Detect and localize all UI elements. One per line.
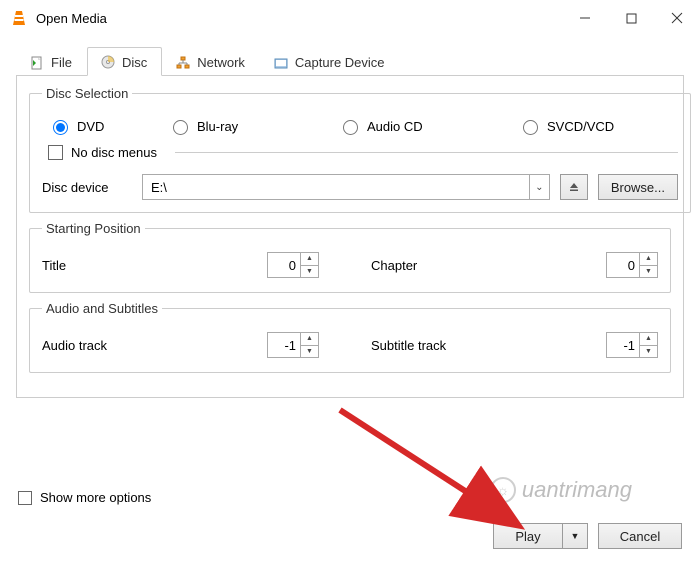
starting-position-group: Starting Position Title 0 ▲▼ Chapter 0 ▲… [29,221,671,293]
tabs: File Disc Network Capture Device [16,46,684,76]
title-value: 0 [268,253,300,277]
cancel-label: Cancel [620,529,660,544]
network-icon [175,55,191,71]
radio-audiocd[interactable]: Audio CD [338,117,518,135]
vlc-icon [10,9,28,27]
disc-device-label: Disc device [42,180,132,195]
chapter-value: 0 [607,253,639,277]
radio-audiocd-input[interactable] [343,120,358,135]
audio-down[interactable]: ▼ [301,346,318,358]
disc-device-combo[interactable]: E:\ ⌄ [142,174,550,200]
minimize-button[interactable] [562,0,608,36]
titlebar: Open Media [0,0,700,36]
cancel-button[interactable]: Cancel [598,523,682,549]
title-up[interactable]: ▲ [301,253,318,266]
tab-file-label: File [51,55,72,70]
radio-bluray[interactable]: Blu-ray [168,117,338,135]
subtitle-track-value: -1 [607,333,639,357]
no-disc-menus-label: No disc menus [71,145,157,160]
radio-audiocd-label: Audio CD [367,119,423,134]
chapter-up[interactable]: ▲ [640,253,657,266]
title-label: Title [42,258,132,273]
disc-selection-group: Disc Selection DVD Blu-ray Audio CD SVCD… [29,86,691,213]
tab-capture[interactable]: Capture Device [260,47,400,76]
audio-track-value: -1 [268,333,300,357]
radio-svcdvcd-input[interactable] [523,120,538,135]
chapter-label: Chapter [371,258,471,273]
close-button[interactable] [654,0,700,36]
tab-capture-label: Capture Device [295,55,385,70]
chevron-down-icon[interactable]: ⌄ [529,175,549,199]
radio-bluray-input[interactable] [173,120,188,135]
disc-device-value: E:\ [143,180,529,195]
radio-dvd-label: DVD [77,119,104,134]
subtitle-track-spinner[interactable]: -1 ▲▼ [606,332,658,358]
browse-label: Browse... [611,180,665,195]
tab-network-label: Network [197,55,245,70]
starting-position-legend: Starting Position [42,221,145,236]
disc-selection-legend: Disc Selection [42,86,132,101]
audio-track-spinner[interactable]: -1 ▲▼ [267,332,319,358]
chapter-down[interactable]: ▼ [640,266,657,278]
radio-bluray-label: Blu-ray [197,119,238,134]
play-label: Play [515,529,540,544]
title-spinner[interactable]: 0 ▲▼ [267,252,319,278]
audio-subtitles-group: Audio and Subtitles Audio track -1 ▲▼ Su… [29,301,671,373]
audio-track-label: Audio track [42,338,132,353]
tab-disc-label: Disc [122,55,147,70]
window-controls [562,0,700,36]
subtitle-track-label: Subtitle track [371,338,471,353]
play-button[interactable]: Play [493,523,563,549]
subtitle-down[interactable]: ▼ [640,346,657,358]
radio-dvd[interactable]: DVD [48,117,168,135]
radio-dvd-input[interactable] [53,120,68,135]
show-more-label: Show more options [40,490,151,505]
window-title: Open Media [36,11,562,26]
chapter-spinner[interactable]: 0 ▲▼ [606,252,658,278]
divider [175,152,678,153]
maximize-button[interactable] [608,0,654,36]
tab-network[interactable]: Network [162,47,260,76]
play-dropdown[interactable]: ▼ [563,523,588,549]
capture-icon [273,55,289,71]
radio-svcdvcd-label: SVCD/VCD [547,119,614,134]
no-disc-menus-checkbox[interactable] [48,145,63,160]
file-icon [29,55,45,71]
chevron-down-icon: ▼ [571,531,580,541]
tab-panel-disc: Disc Selection DVD Blu-ray Audio CD SVCD… [16,76,684,398]
title-down[interactable]: ▼ [301,266,318,278]
audio-subtitles-legend: Audio and Subtitles [42,301,162,316]
audio-up[interactable]: ▲ [301,333,318,346]
subtitle-up[interactable]: ▲ [640,333,657,346]
show-more-checkbox[interactable] [18,491,32,505]
tab-disc[interactable]: Disc [87,47,162,76]
browse-button[interactable]: Browse... [598,174,678,200]
disc-icon [100,54,116,70]
eject-button[interactable] [560,174,588,200]
tab-file[interactable]: File [16,47,87,76]
radio-svcdvcd[interactable]: SVCD/VCD [518,117,678,135]
